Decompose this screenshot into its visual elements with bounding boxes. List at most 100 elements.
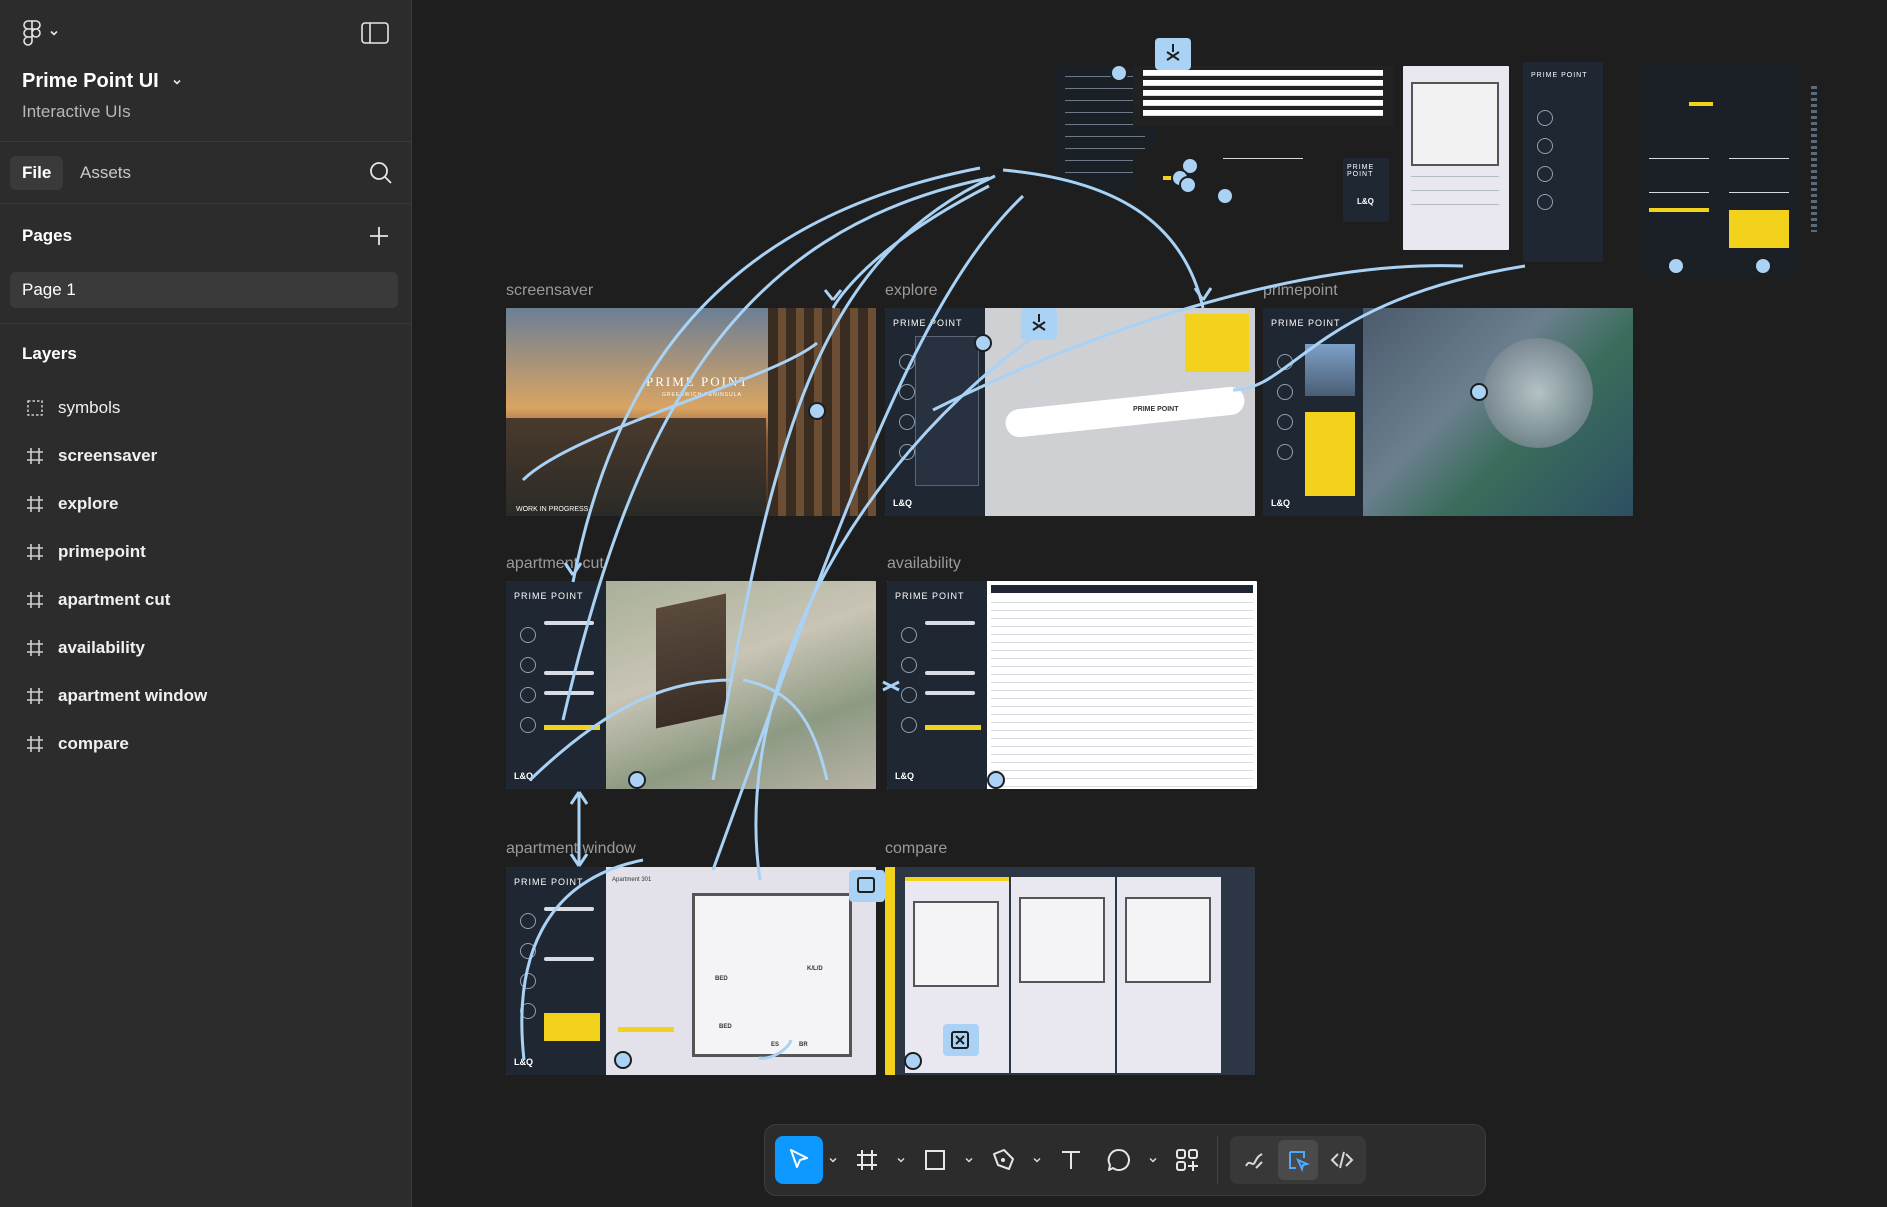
frame-icon (27, 448, 43, 464)
room-label: BED (719, 1024, 732, 1030)
brand-text: PRIME POINT (893, 318, 963, 328)
chevron-down-icon (50, 30, 58, 36)
symbol-logo-tile[interactable]: PRIME POINT L&Q (1343, 158, 1389, 222)
frame-hash-icon (857, 1150, 877, 1170)
layer-compare[interactable]: compare (0, 724, 410, 764)
pen-tool-button[interactable] (979, 1136, 1027, 1184)
brand-text: PRIME POINT (514, 877, 584, 887)
pages-heading: Pages (22, 226, 73, 245)
brand-text: PRIME POINT (1271, 318, 1341, 328)
section-icon (27, 400, 43, 416)
layer-label: primepoint (58, 542, 146, 561)
frame-compare[interactable] (885, 867, 1255, 1075)
frame-tool-menu[interactable] (891, 1136, 911, 1184)
page-item-page-1[interactable]: Page 1 (10, 272, 398, 308)
map-marker-label: PRIME POINT (1133, 406, 1179, 413)
partner-text: L&Q (893, 498, 912, 508)
layer-label: availability (58, 638, 145, 657)
frame-icon (27, 592, 43, 608)
sidebar-toggle-icon[interactable] (361, 22, 389, 44)
frame-icon (27, 544, 43, 560)
brand-text: PRIME POINT (895, 591, 965, 601)
symbol-side-nav[interactable]: PRIME POINT (1523, 62, 1603, 262)
chevron-down-icon (173, 79, 181, 85)
chevron-down-icon (829, 1157, 837, 1163)
room-label: BR (799, 1042, 808, 1048)
move-tool-menu[interactable] (823, 1136, 843, 1184)
frame-label-screensaver: screensaver (506, 282, 594, 299)
shape-tool-menu[interactable] (959, 1136, 979, 1184)
project-subtitle[interactable]: Interactive UIs (22, 102, 131, 122)
draw-mode-button[interactable] (1234, 1140, 1274, 1180)
layer-label: screensaver (58, 446, 158, 465)
frame-label-apartment-window: apartment window (506, 840, 636, 857)
room-label: K/L/D (807, 966, 823, 972)
screensaver-tagline: GREENWICH PENINSULA (662, 392, 742, 398)
design-canvas[interactable]: PRIME POINT L&Q PRIME POINT screensaver … (413, 0, 1887, 1207)
project-title-button[interactable]: Prime Point UI (22, 70, 183, 93)
layer-label: explore (58, 494, 119, 513)
pen-tool-menu[interactable] (1027, 1136, 1047, 1184)
search-icon[interactable] (367, 159, 395, 187)
partner-text: L&Q (514, 1057, 533, 1067)
frame-apartment-window[interactable]: PRIME POINT L&Q Apartment 301 BED BED K/… (506, 867, 876, 1075)
pages-section: Pages Page 1 (0, 204, 411, 324)
frame-primepoint[interactable]: PRIME POINT L&Q (1263, 308, 1633, 516)
room-label: BED (715, 976, 728, 982)
symbol-filter-panels[interactable] (1639, 62, 1799, 276)
frame-label-availability: availability (887, 555, 961, 572)
add-page-plus-icon[interactable] (367, 224, 391, 248)
frame-apartment-cut[interactable]: PRIME POINT L&Q (506, 581, 876, 789)
layer-apartment-window[interactable]: apartment window (0, 676, 410, 716)
frame-screensaver[interactable]: PRIME POINT GREENWICH PENINSULA WORK IN … (506, 308, 876, 516)
frame-explore[interactable]: PRIME POINT L&Q PRIME POINT (885, 308, 1255, 516)
comment-tool-menu[interactable] (1143, 1136, 1163, 1184)
layer-screensaver[interactable]: screensaver (0, 436, 410, 476)
layer-label: compare (58, 734, 129, 753)
chevron-down-icon (897, 1157, 905, 1163)
left-sidebar: Prime Point UI Interactive UIs File Asse… (0, 0, 412, 1207)
layer-availability[interactable]: availability (0, 628, 410, 668)
chevron-down-icon (965, 1157, 973, 1163)
text-tool-button[interactable] (1047, 1136, 1095, 1184)
frame-availability[interactable]: PRIME POINT L&Q (887, 581, 1257, 789)
screensaver-footer: WORK IN PROGRESS (516, 506, 589, 513)
actions-tool-button[interactable] (1163, 1136, 1211, 1184)
sidebar-tabs: File Assets (0, 142, 411, 204)
chevron-down-icon (1033, 1157, 1041, 1163)
figma-logo-icon (23, 20, 41, 46)
symbol-floorplan-card[interactable] (1403, 66, 1509, 250)
pen-nib-icon (993, 1149, 1014, 1170)
frame-icon (27, 688, 43, 704)
layer-explore[interactable]: explore (0, 484, 410, 524)
comment-bubble-icon (1107, 1148, 1130, 1171)
layer-symbols[interactable]: symbols (0, 388, 410, 428)
room-label: ES (771, 1042, 780, 1048)
layer-apartment-cut[interactable]: apartment cut (0, 580, 410, 620)
comment-tool-button[interactable] (1095, 1136, 1143, 1184)
bottom-toolbar (764, 1124, 1486, 1196)
design-mode-icon (1289, 1151, 1310, 1172)
brand-text: PRIME POINT (514, 591, 584, 601)
design-mode-button[interactable] (1278, 1140, 1318, 1180)
text-t-icon (1062, 1151, 1080, 1169)
side-nav: PRIME POINT L&Q (887, 581, 987, 789)
side-nav: PRIME POINT L&Q (506, 867, 606, 1075)
tab-assets[interactable]: Assets (68, 156, 143, 190)
symbol-sliders[interactable] (1133, 150, 1313, 190)
frame-label-compare: compare (885, 840, 948, 857)
tab-file[interactable]: File (10, 156, 64, 190)
symbol-table-rows[interactable] (1133, 66, 1393, 126)
layer-primepoint[interactable]: primepoint (0, 532, 410, 572)
frame-icon (27, 736, 43, 752)
main-menu-button[interactable] (22, 20, 60, 46)
move-tool-button[interactable] (775, 1136, 823, 1184)
toolbar-divider (1217, 1136, 1218, 1184)
frame-tool-button[interactable] (843, 1136, 891, 1184)
apartment-title: Apartment 301 (612, 877, 652, 883)
mode-switcher (1230, 1136, 1366, 1184)
brand-text: PRIME POINT (1531, 72, 1588, 79)
dev-mode-button[interactable] (1322, 1140, 1362, 1180)
rectangle-tool-button[interactable] (911, 1136, 959, 1184)
brand-text: PRIME POINT (1347, 164, 1375, 178)
